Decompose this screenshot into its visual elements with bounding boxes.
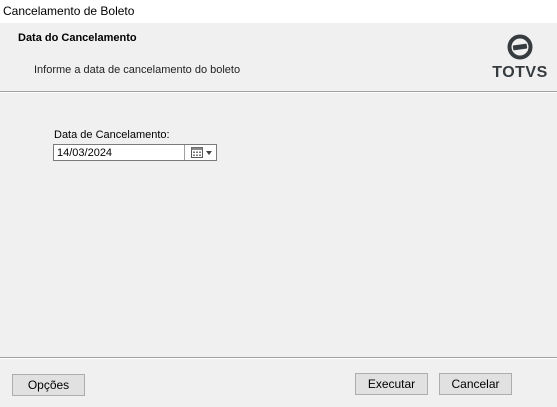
header-subtitle: Informe a data de cancelamento do boleto <box>34 64 241 76</box>
execute-button[interactable]: Executar <box>355 373 428 395</box>
cancellation-date-field[interactable]: 14/03/2024 <box>53 144 217 161</box>
calendar-icon <box>191 147 203 158</box>
chevron-down-icon <box>206 151 212 155</box>
totvs-logo-icon <box>507 34 533 60</box>
window-titlebar: Cancelamento de Boleto <box>0 0 557 23</box>
date-value[interactable]: 14/03/2024 <box>57 147 112 159</box>
cancel-button[interactable]: Cancelar <box>439 373 512 395</box>
totvs-logo: TOTVS <box>490 34 550 84</box>
wizard-header: Data do Cancelamento Informe a data de c… <box>0 23 557 91</box>
date-label: Data de Cancelamento: <box>54 129 170 141</box>
options-button[interactable]: Opções <box>12 374 85 396</box>
window-title: Cancelamento de Boleto <box>3 4 135 18</box>
date-picker-button[interactable] <box>184 145 216 160</box>
logo-text: TOTVS <box>492 64 548 81</box>
footer-divider-highlight <box>0 358 557 359</box>
header-divider-highlight <box>0 92 557 93</box>
header-title: Data do Cancelamento <box>18 32 137 44</box>
